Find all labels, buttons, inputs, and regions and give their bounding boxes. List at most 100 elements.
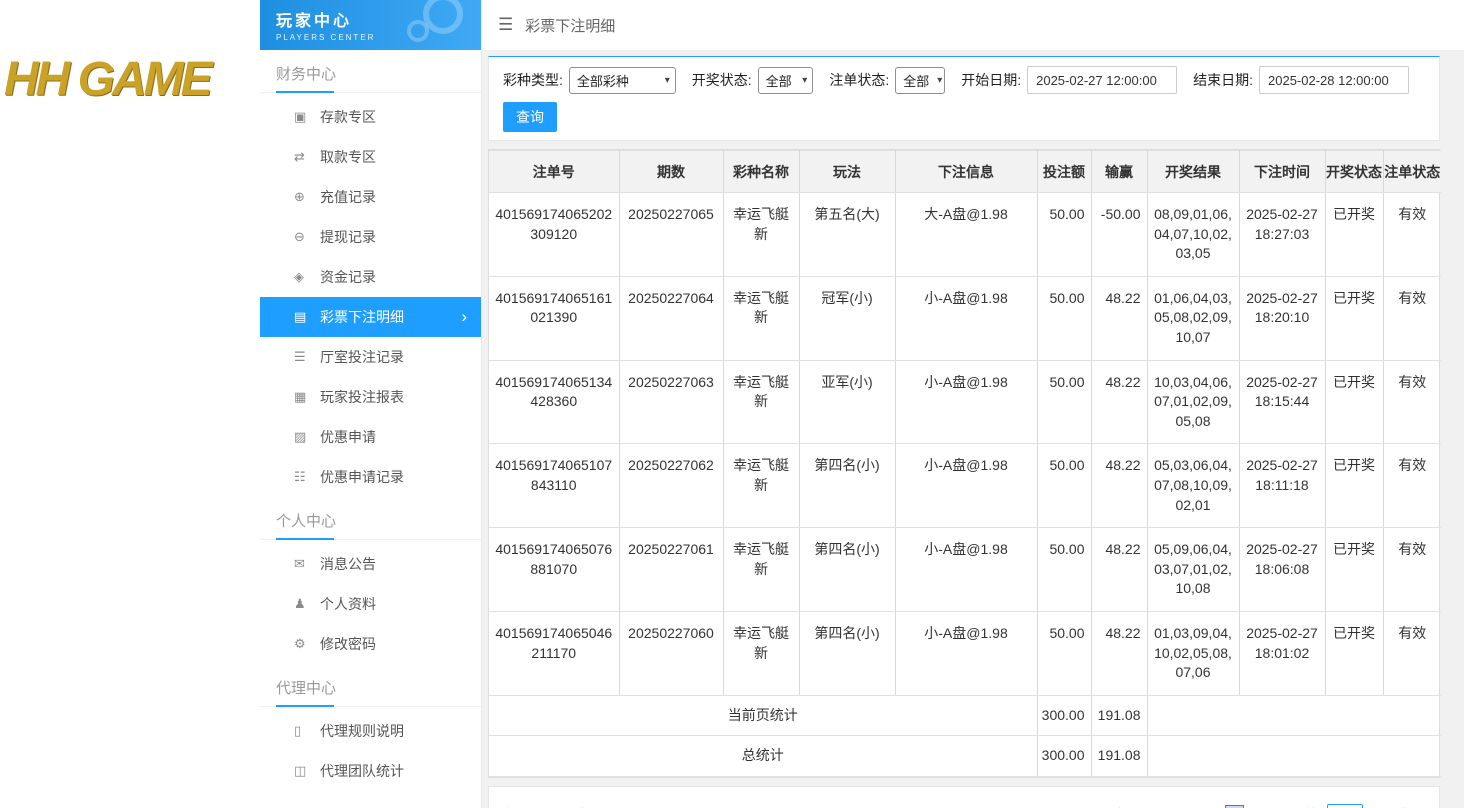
cell-winloss: 48.22 [1091, 528, 1147, 612]
sidebar-item-label: 取款专区 [320, 147, 376, 167]
cell-period: 20250227061 [619, 528, 723, 612]
cell-draw-status: 已开奖 [1325, 611, 1383, 695]
cell-lottery: 幸运飞艇新 [723, 360, 799, 444]
bet-table-body: 40156917406520230912020250227065 幸运飞艇新 第五名… [489, 193, 1441, 696]
sidebar-item[interactable]: ◫代理团队统计 [260, 751, 481, 791]
cell-order-no: 401569174065202309120 [489, 193, 619, 277]
cell-lottery: 幸运飞艇新 [723, 528, 799, 612]
cell-winloss: -50.00 [1091, 193, 1147, 277]
cell-draw-status: 已开奖 [1325, 276, 1383, 360]
sidebar-item-label: 提现记录 [320, 227, 376, 247]
cell-draw-status: 已开奖 [1325, 444, 1383, 528]
cell-play: 第四名(小) [799, 528, 895, 612]
sidebar-item-label: 个人资料 [320, 594, 376, 614]
filter-row: 彩种类型: 全部彩种 ▾ 开奖状态: 全部 ▾ 注单状态: 全部 ▾ [503, 66, 1425, 94]
total-summary-empty [1147, 736, 1441, 777]
sidebar-header: 玩家中心 PLAYERS CENTER [260, 0, 481, 50]
page-title: 彩票下注明细 [525, 15, 615, 36]
start-date-input[interactable] [1027, 66, 1177, 94]
cell-bet-time: 2025-02-27 18:06:08 [1239, 528, 1325, 612]
sidebar-item-label: 厅室投注记录 [320, 347, 404, 367]
main-area: ☰ 彩票下注明细 彩种类型: 全部彩种 ▾ 开奖状态: 全部 ▾ 注单状态: [482, 0, 1464, 808]
cell-lottery: 幸运飞艇新 [723, 444, 799, 528]
end-date-input[interactable] [1259, 66, 1409, 94]
cell-bet-status: 有效 [1383, 193, 1441, 277]
cell-lottery: 幸运飞艇新 [723, 611, 799, 695]
cell-bet-status: 有效 [1383, 276, 1441, 360]
sidebar-item[interactable]: ⚙修改密码 [260, 624, 481, 664]
cell-period: 20250227063 [619, 360, 723, 444]
col-amount: 投注额 [1037, 151, 1091, 193]
sidebar-item-label: 优惠申请 [320, 427, 376, 447]
cell-winloss: 48.22 [1091, 276, 1147, 360]
cell-period: 20250227065 [619, 193, 723, 277]
col-draw-status: 开奖状态 [1325, 151, 1383, 193]
col-winloss: 输赢 [1091, 151, 1147, 193]
table-header-row: 注单号 期数 彩种名称 玩法 下注信息 投注额 输赢 开奖结果 下注时间 开奖状… [489, 151, 1441, 193]
cell-play: 第四名(小) [799, 444, 895, 528]
promo-apply-icon: ▨ [294, 429, 320, 445]
cell-bet-info: 小-A盘@1.98 [895, 276, 1037, 360]
cell-play: 第五名(大) [799, 193, 895, 277]
brand-logo: HH GAME [4, 52, 260, 107]
sidebar-item-label: 消息公告 [320, 554, 376, 574]
page-summary-row: 当前页统计 300.00 191.08 [489, 695, 1441, 736]
cell-bet-status: 有效 [1383, 528, 1441, 612]
cell-amount: 50.00 [1037, 193, 1091, 277]
sidebar-item[interactable]: ▤彩票下注明细› [260, 297, 481, 337]
page-summary-label: 当前页统计 [489, 695, 1037, 736]
sidebar-item-label: 存款专区 [320, 107, 376, 127]
sidebar-item[interactable]: ☷优惠申请记录 [260, 457, 481, 497]
decorative-circle-icon [407, 20, 429, 42]
sidebar-item-label: 修改密码 [320, 634, 376, 654]
cell-bet-info: 小-A盘@1.98 [895, 611, 1037, 695]
sidebar-item-label: 代理团队统计 [320, 761, 404, 781]
draw-status-select[interactable]: 全部 ▾ [758, 67, 814, 94]
menu-icon[interactable]: ☰ [498, 15, 513, 35]
cell-result: 01,06,04,03,05,08,02,09,10,07 [1147, 276, 1239, 360]
end-date-label: 结束日期: [1193, 70, 1253, 90]
sidebar-item[interactable]: ▨优惠申请 [260, 417, 481, 457]
sidebar-item-label: 优惠申请记录 [320, 467, 404, 487]
cell-amount: 50.00 [1037, 444, 1091, 528]
sidebar-item[interactable]: ▣存款专区 [260, 97, 481, 137]
lottery-type-select[interactable]: 全部彩种 ▾ [569, 67, 676, 94]
gear-icon: ⚙ [294, 636, 320, 652]
sidebar-item[interactable]: ☰厅室投注记录 [260, 337, 481, 377]
lottery-bet-detail-icon: ▤ [294, 309, 320, 325]
sidebar-item[interactable]: ⊕充值记录 [260, 177, 481, 217]
query-button[interactable]: 查询 [503, 102, 557, 132]
cell-bet-time: 2025-02-27 18:15:44 [1239, 360, 1325, 444]
app-root: HH GAME 玩家中心 PLAYERS CENTER 财务中心▣存款专区⇄取款… [0, 0, 1464, 808]
cell-result: 08,09,01,06,04,07,10,02,03,05 [1147, 193, 1239, 277]
sidebar-menu: 财务中心▣存款专区⇄取款专区⊕充值记录⊖提现记录◈资金记录▤彩票下注明细›☰厅室… [260, 50, 481, 791]
sidebar-item[interactable]: ✉消息公告 [260, 544, 481, 584]
sidebar-item[interactable]: ♟个人资料 [260, 584, 481, 624]
lottery-type-value: 全部彩种 [577, 71, 629, 90]
withdraw-icon: ⇄ [294, 149, 320, 165]
pagination-controls: 共6条 首页 上一页 1 下一页 第 页 跳转 [1083, 804, 1423, 808]
topbar: ☰ 彩票下注明细 [482, 0, 1464, 50]
cell-winloss: 48.22 [1091, 444, 1147, 528]
page-summary-winloss: 191.08 [1091, 695, 1147, 736]
cell-amount: 50.00 [1037, 360, 1091, 444]
col-result: 开奖结果 [1147, 151, 1239, 193]
page-jump-input[interactable] [1327, 804, 1363, 808]
sidebar-item[interactable]: ◈资金记录 [260, 257, 481, 297]
table-row: 40156917406516102139020250227064幸运飞艇新冠军(… [489, 276, 1441, 360]
cell-order-no: 401569174065107843110 [489, 444, 619, 528]
sidebar-item-label: 资金记录 [320, 267, 376, 287]
sidebar-item[interactable]: ▯代理规则说明 [260, 711, 481, 751]
promo-record-icon: ☷ [294, 469, 320, 485]
sidebar-item[interactable]: ⇄取款专区 [260, 137, 481, 177]
cell-draw-status: 已开奖 [1325, 528, 1383, 612]
col-order-no: 注单号 [489, 151, 619, 193]
sidebar-item[interactable]: ▦玩家投注报表 [260, 377, 481, 417]
cell-bet-info: 小-A盘@1.98 [895, 444, 1037, 528]
bet-status-select[interactable]: 全部 ▾ [895, 67, 945, 94]
col-bet-time: 下注时间 [1239, 151, 1325, 193]
cell-play: 亚军(小) [799, 360, 895, 444]
table-row: 40156917406504621117020250227060幸运飞艇新第四名… [489, 611, 1441, 695]
sidebar-item[interactable]: ⊖提现记录 [260, 217, 481, 257]
cell-bet-time: 2025-02-27 18:01:02 [1239, 611, 1325, 695]
